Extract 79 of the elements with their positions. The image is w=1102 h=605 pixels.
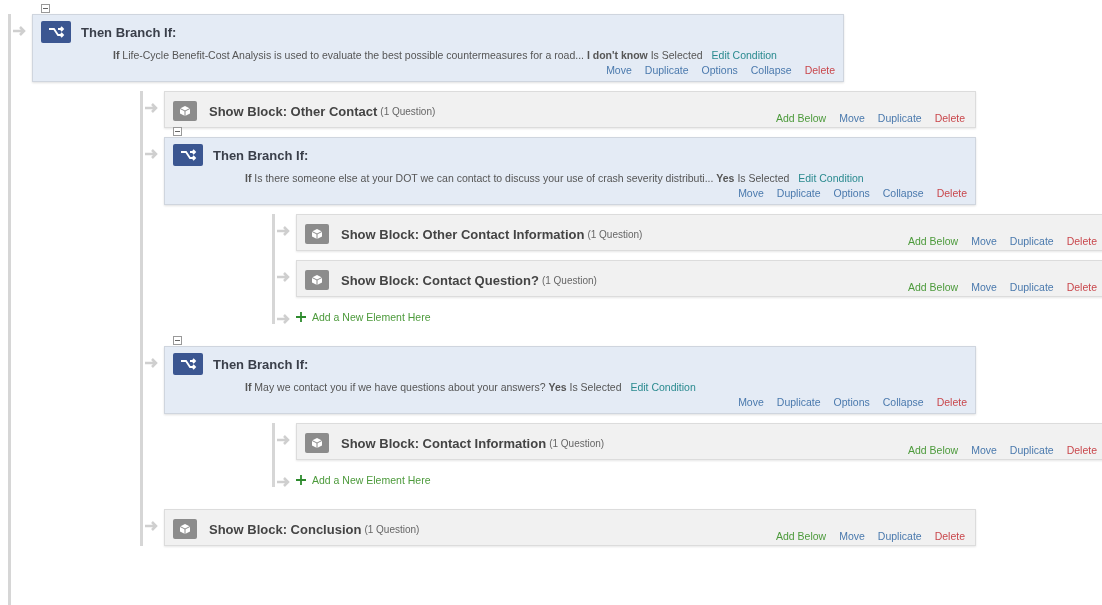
cube-icon [305, 224, 329, 244]
block-title: Show Block: Conclusion [209, 521, 362, 537]
branch-icon [173, 353, 203, 375]
delete-link[interactable]: Delete [934, 530, 965, 542]
edit-condition-link[interactable]: Edit Condition [798, 172, 864, 184]
duplicate-link[interactable]: Duplicate [776, 187, 821, 199]
duplicate-link[interactable]: Duplicate [877, 112, 922, 124]
question-count: (1 Question) [549, 437, 605, 449]
connector-arrow [145, 103, 159, 113]
branch-title: Then Branch If: [213, 147, 309, 163]
connector-arrow [277, 272, 291, 282]
options-link[interactable]: Options [833, 396, 870, 408]
plus-icon [296, 475, 306, 485]
collapse-link[interactable]: Collapse [882, 396, 924, 408]
add-below-link[interactable]: Add Below [775, 530, 827, 542]
condition-text: If May we contact you if we have questions about your answers? Yes Is Selected [245, 381, 622, 393]
branch-icon [41, 21, 71, 43]
add-below-link[interactable]: Add Below [907, 281, 959, 293]
delete-link[interactable]: Delete [934, 112, 965, 124]
add-element-link[interactable]: Add a New Element Here [296, 311, 431, 323]
duplicate-link[interactable]: Duplicate [776, 396, 821, 408]
add-below-link[interactable]: Add Below [775, 112, 827, 124]
connector-arrow [145, 149, 159, 159]
add-below-link[interactable]: Add Below [907, 444, 959, 456]
delete-link[interactable]: Delete [936, 187, 967, 199]
connector-arrow [277, 314, 291, 324]
question-count: (1 Question) [541, 274, 597, 286]
collapse-toggle-icon[interactable] [41, 4, 50, 13]
move-link[interactable]: Move [971, 235, 997, 247]
delete-link[interactable]: Delete [1066, 281, 1097, 293]
connector-arrow [145, 358, 159, 368]
connector-arrow [277, 477, 291, 487]
question-count: (1 Question) [587, 228, 643, 240]
delete-link[interactable]: Delete [804, 64, 835, 76]
duplicate-link[interactable]: Duplicate [1009, 281, 1054, 293]
branch-title: Then Branch If: [213, 356, 309, 372]
collapse-link[interactable]: Collapse [750, 64, 792, 76]
collapse-toggle-icon[interactable] [173, 127, 182, 136]
plus-icon [296, 312, 306, 322]
move-link[interactable]: Move [971, 444, 997, 456]
branch-icon [173, 144, 203, 166]
delete-link[interactable]: Delete [936, 396, 967, 408]
branch-title: Then Branch If: [81, 24, 177, 40]
block-title: Show Block: Contact Information [341, 435, 547, 451]
connector-arrow [277, 435, 291, 445]
question-count: (1 Question) [380, 105, 436, 117]
cube-icon [305, 270, 329, 290]
connector-arrow [277, 226, 291, 236]
move-link[interactable]: Move [839, 530, 865, 542]
edit-condition-link[interactable]: Edit Condition [630, 381, 696, 393]
question-count: (1 Question) [364, 523, 420, 535]
delete-link[interactable]: Delete [1066, 444, 1097, 456]
move-link[interactable]: Move [606, 64, 632, 76]
cube-icon [305, 433, 329, 453]
collapse-link[interactable]: Collapse [882, 187, 924, 199]
move-link[interactable]: Move [738, 396, 764, 408]
duplicate-link[interactable]: Duplicate [1009, 444, 1054, 456]
block-title: Show Block: Contact Question? [341, 272, 539, 288]
move-link[interactable]: Move [839, 112, 865, 124]
cube-icon [173, 101, 197, 121]
options-link[interactable]: Options [833, 187, 870, 199]
move-link[interactable]: Move [738, 187, 764, 199]
condition-text: If Life-Cycle Benefit-Cost Analysis is used to evaluate the best possible countermeasures for a road... I don't know Is Selected [113, 49, 703, 61]
block-title: Show Block: Other Contact Information [341, 226, 585, 242]
add-below-link[interactable]: Add Below [907, 235, 959, 247]
duplicate-link[interactable]: Duplicate [877, 530, 922, 542]
connector-arrow [145, 521, 159, 531]
delete-link[interactable]: Delete [1066, 235, 1097, 247]
condition-text: If Is there someone else at your DOT we can contact to discuss your use of crash severity distributi... Yes Is Selected [245, 172, 790, 184]
block-title: Show Block: Other Contact [209, 103, 378, 119]
edit-condition-link[interactable]: Edit Condition [711, 49, 777, 61]
cube-icon [173, 519, 197, 539]
connector-arrow [13, 26, 27, 36]
move-link[interactable]: Move [971, 281, 997, 293]
collapse-toggle-icon[interactable] [173, 336, 182, 345]
duplicate-link[interactable]: Duplicate [1009, 235, 1054, 247]
add-element-link[interactable]: Add a New Element Here [296, 474, 431, 486]
options-link[interactable]: Options [701, 64, 738, 76]
duplicate-link[interactable]: Duplicate [644, 64, 689, 76]
